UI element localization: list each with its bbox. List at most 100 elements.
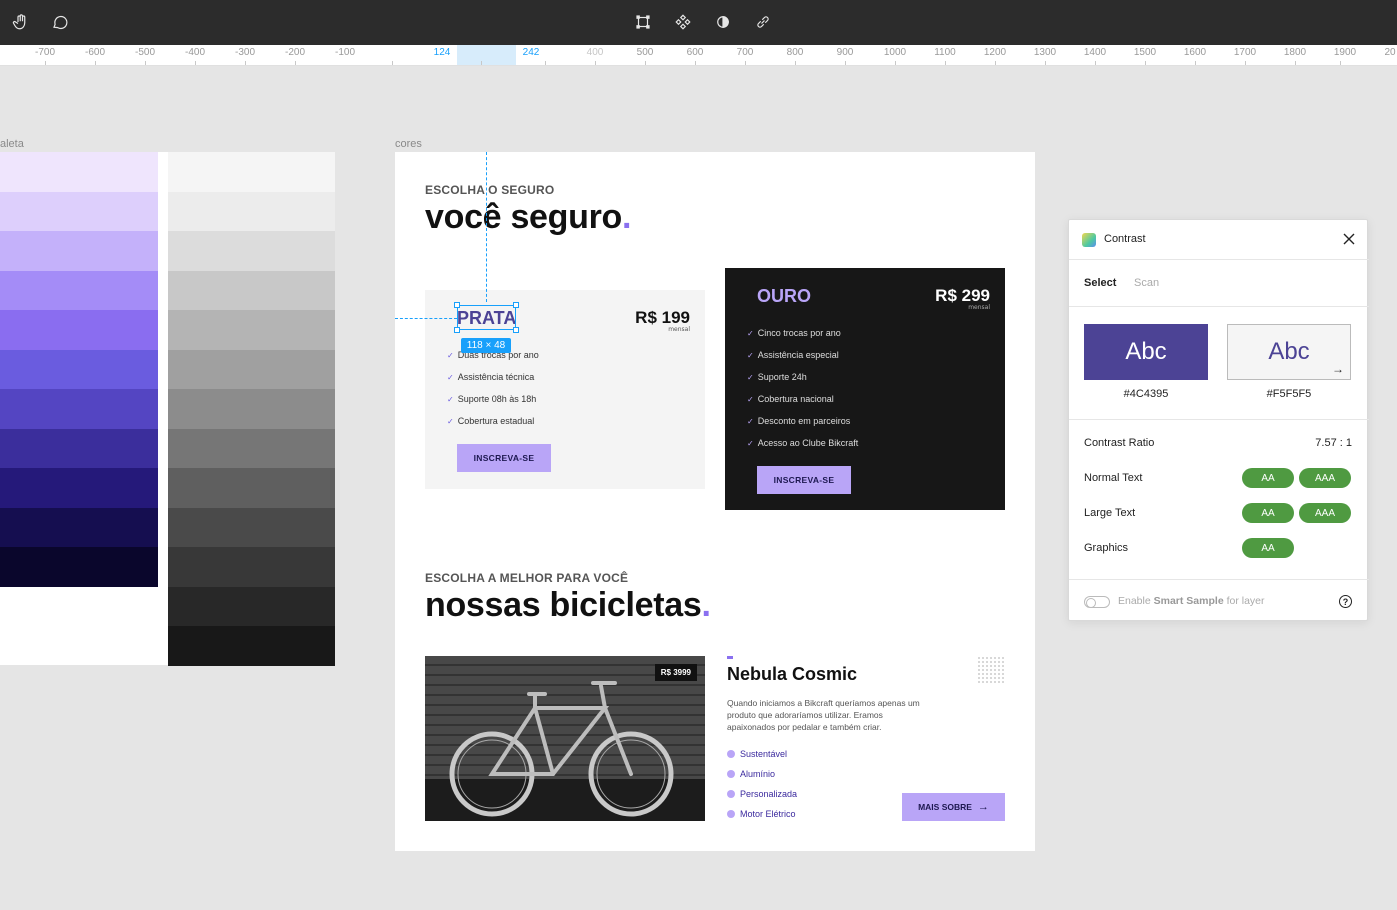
subscribe-button-ouro[interactable]: INSCREVA-SE xyxy=(757,466,851,494)
palette-swatch-gray[interactable] xyxy=(168,349,335,390)
palette-swatch-gray[interactable] xyxy=(168,586,335,627)
help-icon[interactable]: ? xyxy=(1339,595,1352,608)
check-icon: ✓ xyxy=(447,416,454,426)
palette-swatch-gray[interactable] xyxy=(168,626,335,666)
palette-frame[interactable] xyxy=(0,152,335,666)
bike-feature-label: Alumínio xyxy=(740,769,776,779)
resize-handle-bottom-left[interactable] xyxy=(454,327,460,333)
ruler-tick xyxy=(1095,61,1096,65)
ruler-tick xyxy=(795,61,796,65)
feature-label: Acesso ao Clube Bikcraft xyxy=(757,438,859,448)
palette-swatch-purple[interactable] xyxy=(0,270,158,311)
measure-guide-horizontal xyxy=(395,318,457,319)
palette-swatch-gray[interactable] xyxy=(168,389,335,429)
top-toolbar xyxy=(0,0,1397,45)
ruler-tick xyxy=(745,61,746,65)
feature-item: ✓ Suporte 24h xyxy=(747,372,807,382)
plan-price-prata: R$ 199 xyxy=(635,308,690,327)
subscribe-button-prata[interactable]: INSCREVA-SE xyxy=(457,444,551,472)
hand-tool-icon[interactable] xyxy=(9,10,33,34)
palette-swatch-purple[interactable] xyxy=(0,152,158,192)
ruler-tick xyxy=(45,61,46,65)
feature-icon xyxy=(727,770,735,778)
ruler-label: -600 xyxy=(84,47,106,58)
bike-feature-item: Personalizada xyxy=(727,789,797,799)
plan-card-ouro[interactable]: OURO R$ 299 mensal ✓ Cinco trocas por ano… xyxy=(725,268,1005,510)
plan-name-ouro: OURO xyxy=(757,286,811,306)
resize-handle-bottom-right[interactable] xyxy=(513,327,519,333)
contrast-icon[interactable] xyxy=(711,10,735,34)
graphics-label: Graphics xyxy=(1084,542,1129,554)
palette-frame-label[interactable]: aleta xyxy=(0,138,24,150)
palette-swatch-gray[interactable] xyxy=(168,270,335,311)
palette-swatch-purple[interactable] xyxy=(0,231,158,271)
large-text-aa-badge: AA xyxy=(1242,503,1294,523)
bike-feature-label: Sustentável xyxy=(740,749,788,759)
feature-label: Assistência especial xyxy=(757,350,839,360)
palette-swatch-purple[interactable] xyxy=(0,547,158,587)
resize-handle-top-left[interactable] xyxy=(454,302,460,308)
smart-sample-label: Enable Smart Sample for layer xyxy=(1118,595,1265,607)
palette-swatch-purple[interactable] xyxy=(0,468,158,508)
palette-swatch-purple[interactable] xyxy=(0,389,158,429)
background-hex: #F5F5F5 xyxy=(1266,388,1312,400)
feature-label: Suporte 24h xyxy=(757,372,807,382)
ruler-label: 600 xyxy=(686,47,704,58)
plan-period-ouro: mensal xyxy=(968,304,990,311)
ruler-tick xyxy=(845,61,846,65)
palette-swatch-purple[interactable] xyxy=(0,349,158,390)
ruler-tick xyxy=(1195,61,1196,65)
palette-swatch-purple[interactable] xyxy=(0,310,158,350)
close-icon[interactable] xyxy=(1341,231,1357,247)
contrast-ratio-value: 7.57 : 1 xyxy=(1315,437,1352,449)
palette-swatch-gray[interactable] xyxy=(168,507,335,548)
ruler-label: -100 xyxy=(334,47,356,58)
divider xyxy=(1069,579,1369,580)
foreground-color-swatch[interactable]: Abc xyxy=(1084,324,1208,380)
footer-bold: Smart Sample xyxy=(1153,595,1224,607)
palette-swatch-purple[interactable] xyxy=(0,191,158,232)
feature-label: Desconto em parceiros xyxy=(757,416,851,426)
resize-handle-top-right[interactable] xyxy=(513,302,519,308)
palette-swatch-gray[interactable] xyxy=(168,152,335,192)
tab-select[interactable]: Select xyxy=(1084,277,1116,289)
feature-item: ✓ Cobertura nacional xyxy=(747,394,834,404)
section-eyebrow-bikes: ESCOLHA A MELHOR PARA VOCÊ xyxy=(425,571,629,585)
plan-price-ouro: R$ 299 xyxy=(935,286,990,305)
tab-scan[interactable]: Scan xyxy=(1134,277,1159,289)
link-icon[interactable] xyxy=(751,10,775,34)
contrast-logo-icon xyxy=(1082,233,1096,247)
more-about-button[interactable]: MAIS SOBRE → xyxy=(902,793,1005,821)
feature-item: ✓ Desconto em parceiros xyxy=(747,416,850,426)
palette-swatch-purple[interactable] xyxy=(0,507,158,548)
comment-icon[interactable] xyxy=(48,10,72,34)
bike-feature-item: Motor Elétrico xyxy=(727,809,796,819)
bike-price-tag: R$ 3999 xyxy=(654,664,697,681)
component-icon[interactable] xyxy=(671,10,695,34)
headline-dot: . xyxy=(622,198,632,236)
swap-arrow-icon[interactable]: → xyxy=(1332,362,1344,376)
palette-swatch-gray[interactable] xyxy=(168,428,335,469)
background-sample-text: Abc xyxy=(1268,338,1310,365)
horizontal-ruler: -700 -600 -500 -400 -300 -200 -100 124 242 400 500… xyxy=(0,45,1397,66)
smart-sample-toggle[interactable] xyxy=(1084,596,1110,608)
feature-label: Assistência técnica xyxy=(457,372,535,382)
check-icon: ✓ xyxy=(747,350,754,360)
cores-frame-label[interactable]: cores xyxy=(395,138,422,150)
ruler-label: 1400 xyxy=(1083,47,1107,58)
palette-swatch-gray[interactable] xyxy=(168,310,335,350)
bike-title: Nebula Cosmic xyxy=(727,664,858,684)
palette-swatch-gray[interactable] xyxy=(168,231,335,271)
ruler-tick xyxy=(895,61,896,65)
palette-swatch-purple[interactable] xyxy=(0,428,158,469)
frame-icon[interactable] xyxy=(631,10,655,34)
check-icon: ✓ xyxy=(747,416,754,426)
ruler-tick xyxy=(195,61,196,65)
palette-swatch-gray[interactable] xyxy=(168,468,335,508)
palette-swatch-gray[interactable] xyxy=(168,191,335,232)
selection-box[interactable] xyxy=(457,305,516,330)
measure-guide-vertical xyxy=(486,152,487,302)
background-color-swatch[interactable]: Abc → xyxy=(1227,324,1351,380)
palette-swatch-gray[interactable] xyxy=(168,547,335,587)
cores-frame[interactable]: ESCOLHA O SEGURO você seguro. PRATA R$ 1… xyxy=(395,152,1035,851)
